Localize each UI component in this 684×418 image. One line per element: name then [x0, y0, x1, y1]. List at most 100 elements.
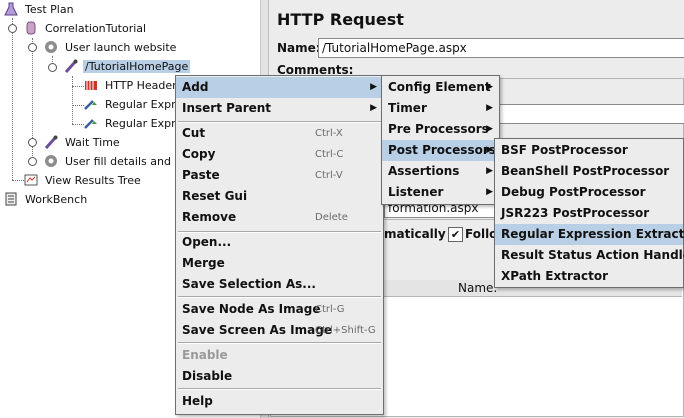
tree-connector: [72, 124, 84, 125]
shortcut-label: Ctrl+Shift-G: [315, 325, 376, 336]
tree-item-regex-2[interactable]: Regular Expre: [84, 115, 184, 133]
context-menu: Add ▶ Insert Parent ▶ Cut Ctrl-X Copy Ctrl-C…: [175, 75, 384, 415]
tree-item-http-header[interactable]: HTTP Header b: [84, 77, 189, 95]
menu-item-save-node-image[interactable]: Save Node As Image Ctrl-G: [176, 299, 383, 320]
menu-item-jsr223-postprocessor[interactable]: JSR223 PostProcessor: [495, 203, 683, 224]
redirect-automatically-label: matically: [384, 227, 446, 241]
menu-item-label: Post Processors: [388, 143, 496, 157]
menu-item-label: Save Selection As...: [182, 277, 316, 291]
tree-item-workbench[interactable]: WorkBench: [4, 191, 89, 209]
add-submenu: Config Element ▶ Timer ▶ Pre Processors ▶ P…: [381, 75, 500, 205]
shortcut-label: Ctrl-G: [315, 304, 345, 315]
menu-item-paste[interactable]: Paste Ctrl-V: [176, 165, 383, 186]
menu-item-label: Result Status Action Handler: [501, 248, 684, 262]
menu-item-assertions[interactable]: Assertions ▶: [382, 161, 499, 182]
menu-item-save-selection[interactable]: Save Selection As...: [176, 274, 383, 295]
shortcut-label: Delete: [315, 212, 348, 223]
tree-connector: [72, 76, 73, 124]
menu-item-label: XPath Extractor: [501, 269, 608, 283]
menu-item-open[interactable]: Open...: [176, 232, 383, 253]
menu-item-merge[interactable]: Merge: [176, 253, 383, 274]
gear-icon: [44, 154, 58, 168]
menu-item-label: Open...: [182, 235, 232, 249]
expand-toggle[interactable]: [48, 63, 57, 72]
menu-item-label: Save Node As Image: [182, 302, 321, 316]
extractor-icon: [84, 97, 98, 111]
menu-item-reset-gui[interactable]: Reset Gui: [176, 186, 383, 207]
menu-item-add[interactable]: Add ▶: [176, 77, 383, 98]
menu-item-disable[interactable]: Disable: [176, 366, 383, 387]
submenu-arrow-icon: ▶: [370, 103, 377, 113]
menu-item-bsf-postprocessor[interactable]: BSF PostProcessor: [495, 140, 683, 161]
follow-redirects-label: Follo: [465, 227, 498, 241]
menu-item-label: Merge: [182, 256, 225, 270]
menu-item-label: Assertions: [388, 164, 460, 178]
tree-connector: [12, 18, 13, 180]
submenu-arrow-icon: ▶: [486, 145, 493, 155]
menu-item-cut[interactable]: Cut Ctrl-X: [176, 123, 383, 144]
menu-item-beanshell-postprocessor[interactable]: BeanShell PostProcessor: [495, 161, 683, 182]
workbench-icon: [4, 192, 18, 206]
follow-redirects-checkbox[interactable]: ✔: [448, 227, 463, 242]
menu-item-config-element[interactable]: Config Element ▶: [382, 77, 499, 98]
submenu-arrow-icon: ▶: [486, 187, 493, 197]
shortcut-label: Ctrl-C: [315, 149, 344, 160]
menu-item-label: Reset Gui: [182, 189, 248, 203]
header-manager-icon: [84, 78, 98, 92]
menu-item-label: Debug PostProcessor: [501, 185, 646, 199]
menu-item-pre-processors[interactable]: Pre Processors ▶: [382, 119, 499, 140]
page-title: HTTP Request: [277, 10, 404, 29]
submenu-arrow-icon: ▶: [486, 124, 493, 134]
menu-item-label: Pre Processors: [388, 122, 489, 136]
tree-item-user-launch-website[interactable]: User launch website: [44, 39, 178, 57]
tree-item-view-results-tree[interactable]: View Results Tree: [24, 172, 143, 190]
menu-item-label: Add: [182, 80, 209, 94]
menu-separator: [178, 296, 381, 298]
shortcut-label: Ctrl-X: [315, 128, 343, 139]
expand-toggle[interactable]: [28, 138, 37, 147]
expand-toggle[interactable]: [28, 157, 37, 166]
menu-item-label: Regular Expression Extractor: [501, 227, 684, 241]
menu-item-post-processors[interactable]: Post Processors ▶: [382, 140, 499, 161]
name-field[interactable]: /TutorialHomePage.aspx: [318, 38, 684, 58]
menu-item-debug-postprocessor[interactable]: Debug PostProcessor: [495, 182, 683, 203]
tree-item-user-fill-details[interactable]: User fill details and clic: [44, 153, 195, 171]
expand-toggle[interactable]: [8, 24, 17, 33]
tree-connector: [72, 86, 84, 87]
name-label: Name:: [277, 41, 321, 55]
submenu-arrow-icon: ▶: [486, 103, 493, 113]
menu-separator: [178, 342, 381, 344]
listener-icon: [24, 173, 38, 187]
menu-item-label: Disable: [182, 369, 233, 383]
menu-item-result-status-action-handler[interactable]: Result Status Action Handler: [495, 245, 684, 266]
expand-toggle[interactable]: [28, 43, 37, 52]
menu-item-copy[interactable]: Copy Ctrl-C: [176, 144, 383, 165]
tree-item-test-plan[interactable]: Test Plan: [4, 1, 76, 19]
tree-item-regex-1[interactable]: Regular Expre: [84, 96, 184, 114]
extractor-icon: [84, 116, 98, 130]
menu-item-help[interactable]: Help: [176, 391, 383, 412]
tree-item-wait-time[interactable]: Wait Time: [44, 134, 122, 152]
menu-item-label: Save Screen As Image: [182, 323, 332, 337]
menu-item-label: Listener: [388, 185, 444, 199]
menu-item-label: Config Element: [388, 80, 491, 94]
menu-item-enable: Enable: [176, 345, 383, 366]
menu-item-label: Insert Parent: [182, 101, 272, 115]
sampler-icon: [44, 135, 58, 150]
menu-item-save-screen-image[interactable]: Save Screen As Image Ctrl+Shift-G: [176, 320, 383, 341]
post-processors-submenu: BSF PostProcessor BeanShell PostProcesso…: [494, 138, 684, 288]
menu-item-remove[interactable]: Remove Delete: [176, 207, 383, 228]
menu-item-regular-expression-extractor[interactable]: Regular Expression Extractor: [495, 224, 684, 245]
shortcut-label: Ctrl-V: [315, 170, 343, 181]
menu-item-label: Cut: [182, 126, 206, 140]
submenu-arrow-icon: ▶: [486, 166, 493, 176]
sampler-icon: [64, 59, 78, 74]
menu-item-timer[interactable]: Timer ▶: [382, 98, 499, 119]
thread-group-icon: [24, 21, 38, 35]
tree-item-correlation-tutorial[interactable]: CorrelationTutorial: [24, 20, 148, 38]
menu-item-insert-parent[interactable]: Insert Parent ▶: [176, 98, 383, 119]
test-plan-icon: [4, 2, 18, 16]
tree-item-tutorial-home-page[interactable]: /TutorialHomePage: [64, 58, 191, 76]
menu-item-listener[interactable]: Listener ▶: [382, 182, 499, 203]
menu-item-xpath-extractor[interactable]: XPath Extractor: [495, 266, 683, 287]
